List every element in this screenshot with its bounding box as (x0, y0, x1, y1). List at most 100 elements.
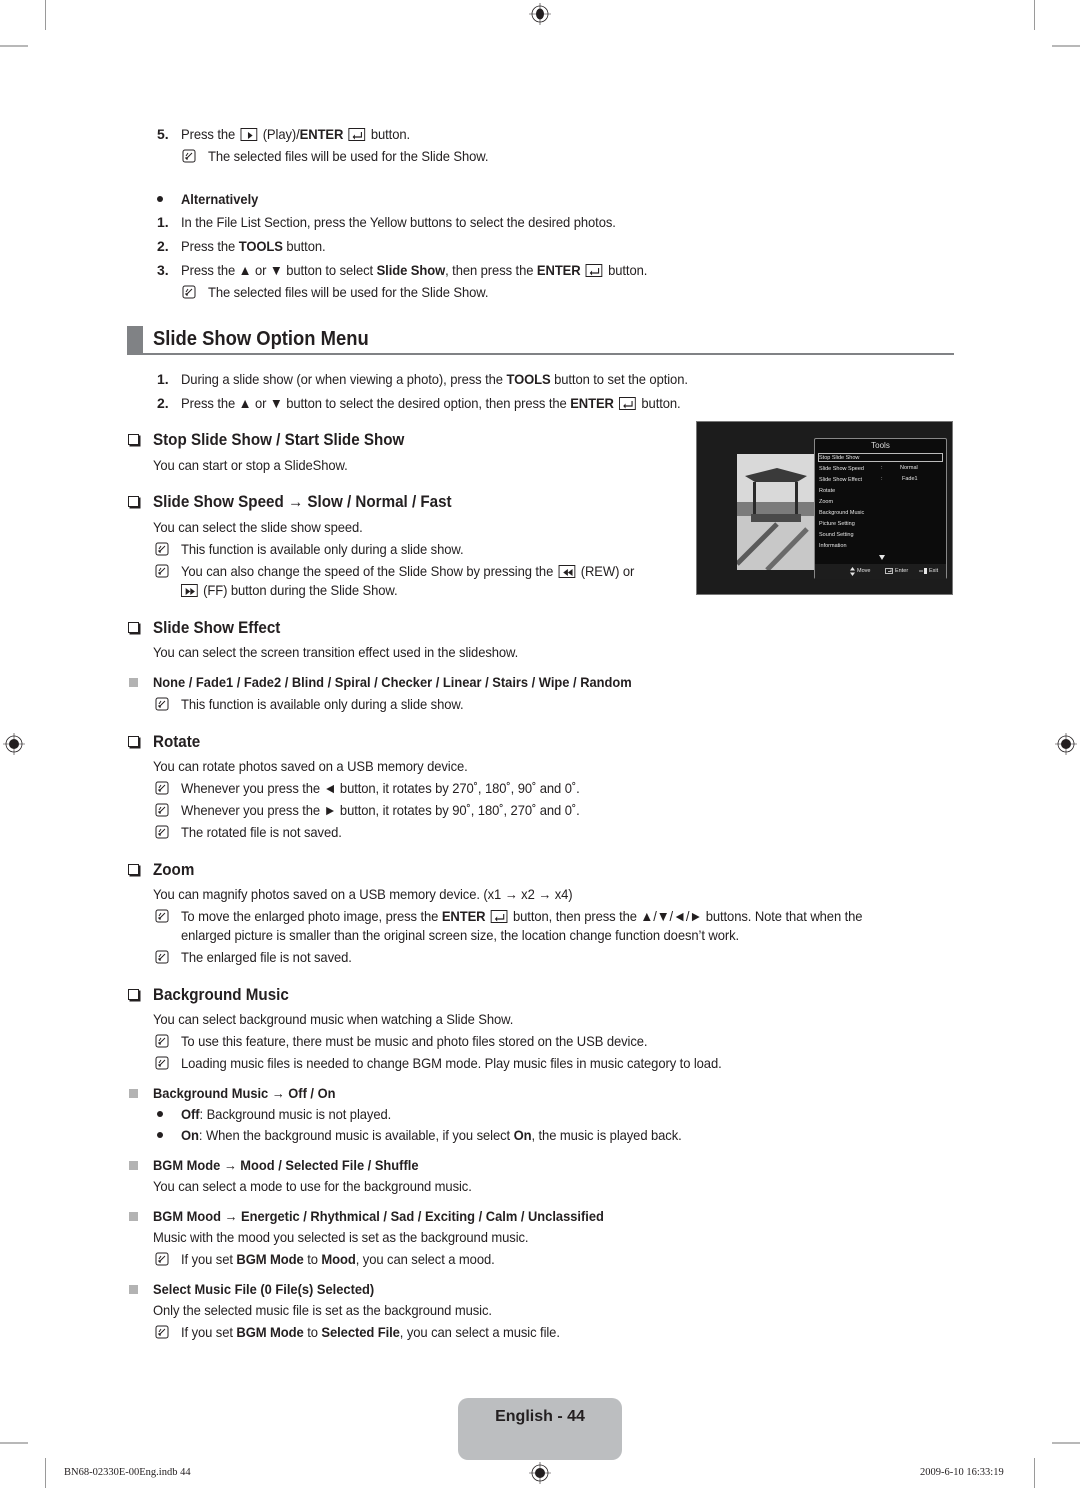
enter-label: ENTER (299, 126, 344, 142)
exit-icon (919, 568, 927, 574)
speed-heading: Slide Show Speed → Slow / Normal / Fast (153, 493, 452, 511)
slide-show-label: Slide Show (376, 262, 446, 278)
checkbox-bullet-icon (128, 434, 139, 445)
registration-mark-icon (3, 733, 25, 755)
play-key-icon (240, 128, 258, 141)
menu-item[interactable]: Background Music (819, 509, 864, 517)
registration-mark-icon (529, 3, 551, 25)
note-icon (155, 1056, 169, 1070)
alt-step-2-text: Press the TOOLS button. (181, 237, 326, 255)
section-bar (127, 326, 143, 353)
note-icon (155, 697, 169, 711)
zoom-heading: Zoom (153, 861, 195, 879)
bgm-heading: Background Music (153, 986, 289, 1004)
checkbox-bullet-icon (128, 864, 139, 875)
note-text-part: button, then press the ▲/▼/◄/► buttons. … (513, 908, 863, 924)
tv-screenshot: Tools Stop Slide Show Slide Show Speed :… (696, 421, 953, 595)
menu-item[interactable]: Picture Setting (819, 520, 855, 528)
alt-step-3-text: Press the ▲ or ▼ button to select Slide … (181, 261, 647, 279)
selected-file-label: Selected File (321, 1324, 400, 1340)
menu-item[interactable]: Stop Slide Show (819, 454, 859, 462)
tools-title: Tools (871, 441, 890, 450)
note-text-part: (REW) or (580, 563, 635, 579)
note-text-part: to (303, 1324, 322, 1340)
step-number: 2. (157, 238, 169, 254)
step-text: During a slide show (or when viewing a p… (181, 371, 507, 387)
note-text: You can also change the speed of the Sli… (181, 562, 634, 580)
registration-mark-icon (1055, 733, 1077, 755)
checkbox-bullet-icon (128, 496, 139, 507)
footer-timestamp: 2009-6-10 16:33:19 (920, 1467, 1004, 1478)
enter-key-icon (619, 397, 637, 410)
step-text: , then press the (445, 262, 537, 278)
alternatively-label: Alternatively (181, 191, 259, 207)
bullet-icon (157, 1132, 163, 1138)
crop-mark (1052, 45, 1080, 47)
note-text-part: , you can select a music file. (399, 1324, 560, 1340)
note-icon (155, 1034, 169, 1048)
note-text: The selected files will be used for the … (208, 148, 489, 164)
note-text-part: to (303, 1251, 322, 1267)
note-icon (182, 285, 196, 299)
step-text: Press the ▲ or ▼ button to select the de… (181, 395, 571, 411)
effect-options: None / Fade1 / Fade2 / Blind / Spiral / … (153, 674, 632, 690)
effect-heading: Slide Show Effect (153, 619, 281, 637)
enter-key-icon (490, 910, 508, 923)
note-text: enlarged picture is smaller than the ori… (181, 927, 740, 943)
menu-item[interactable]: Sound Setting (819, 531, 854, 539)
crop-mark (45, 0, 46, 30)
mood-label: Mood (321, 1251, 356, 1267)
beach-photo (737, 454, 815, 570)
note-icon (155, 825, 169, 839)
stop-slide-desc: You can start or stop a SlideShow. (153, 457, 348, 473)
menu-item[interactable]: Slide Show Effect (819, 476, 862, 484)
note-icon (182, 149, 196, 163)
note-text: To move the enlarged photo image, press … (181, 907, 863, 925)
footer-filename: BN68-02330E-00Eng.indb 44 (64, 1467, 191, 1478)
menu-item-value: Normal (900, 465, 918, 471)
menu-footer: Move Enter Exit (815, 564, 946, 579)
step-text: Press the ▲ or ▼ button to select (181, 262, 377, 278)
stop-slide-heading: Stop Slide Show / Start Slide Show (153, 431, 405, 449)
bgm-onoff-heading: Background Music → Off / On (153, 1085, 336, 1101)
step-text: button to set the option. (550, 371, 688, 387)
section-title: Slide Show Option Menu (153, 328, 369, 350)
scroll-down-icon[interactable] (879, 555, 885, 560)
crop-mark (0, 45, 28, 47)
menu-item[interactable]: Slide Show Speed (819, 465, 864, 473)
crop-mark (0, 1442, 28, 1444)
menu-item[interactable]: Rotate (819, 487, 835, 495)
step-text: Press the (181, 126, 236, 142)
menu-item[interactable]: Information (819, 542, 847, 550)
square-bullet-icon (129, 1212, 138, 1221)
enter-label: ENTER (441, 908, 486, 924)
rotate-heading: Rotate (153, 733, 201, 751)
note-text: This function is available only during a… (181, 696, 464, 712)
step-text: Press the (181, 238, 239, 254)
step-number: 1. (157, 214, 169, 230)
checkbox-bullet-icon (128, 736, 139, 747)
step-text: button. (608, 262, 648, 278)
bgm-on-text: On: When the background music is availab… (181, 1126, 682, 1144)
menu-separator: : (881, 465, 883, 471)
note-icon (155, 564, 169, 578)
rotate-desc: You can rotate photos saved on a USB mem… (153, 758, 468, 774)
on-label: On (513, 1127, 532, 1143)
note-text-part: If you set (181, 1251, 237, 1267)
tools-menu: Tools Stop Slide Show Slide Show Speed :… (814, 438, 947, 579)
note-icon (155, 950, 169, 964)
off-label: Off (181, 1106, 200, 1122)
note-icon (155, 781, 169, 795)
bgm-mode-label: BGM Mode (236, 1324, 304, 1340)
tools-label: TOOLS (506, 371, 551, 387)
step-text: (Play)/ (262, 126, 300, 142)
menu-item-value: Fade1 (902, 476, 918, 482)
step-5-text: Press the (Play)/ENTER button. (181, 125, 410, 143)
enter-key-icon (585, 264, 603, 277)
bgm-off-text: Off: Background music is not played. (181, 1105, 391, 1123)
note-text: Loading music files is needed to change … (181, 1055, 722, 1071)
crop-mark (45, 1458, 46, 1488)
note-text-part: , you can select a mood. (355, 1251, 495, 1267)
checkbox-bullet-icon (128, 989, 139, 1000)
menu-item[interactable]: Zoom (819, 498, 833, 506)
